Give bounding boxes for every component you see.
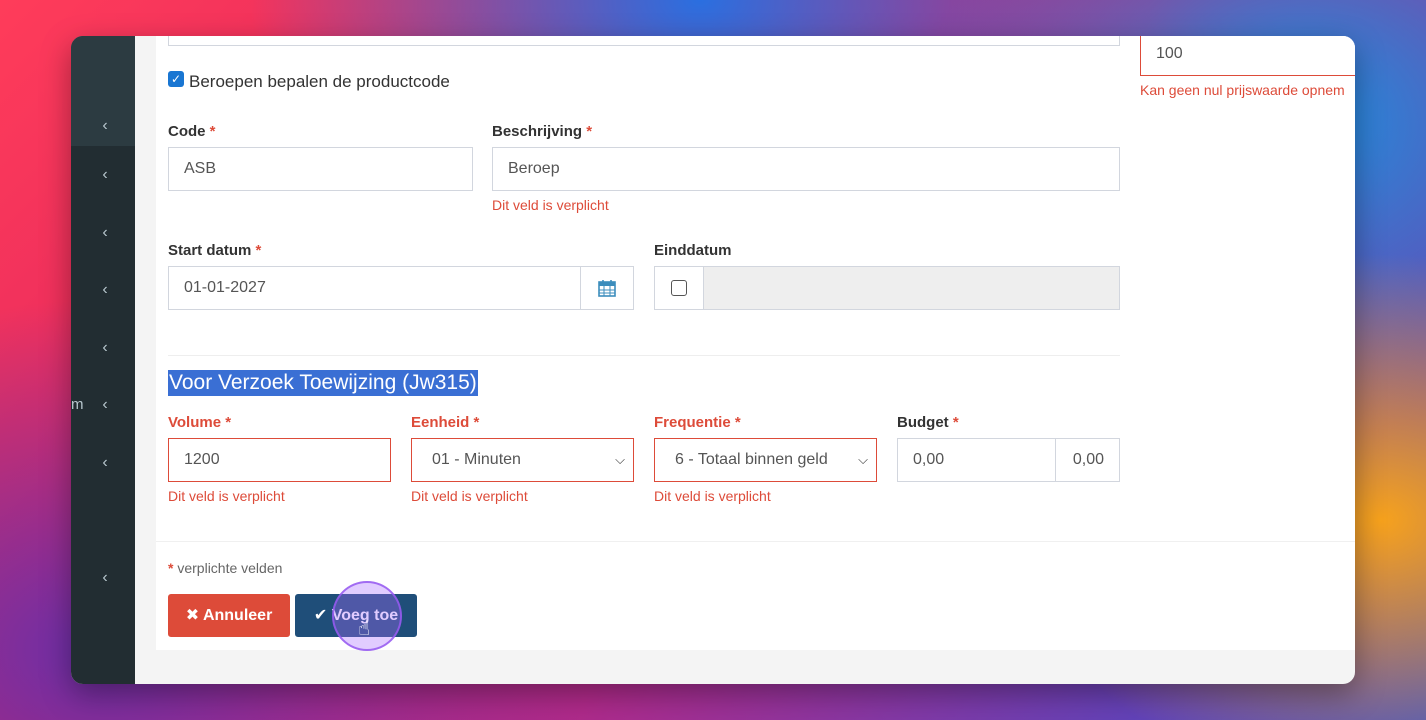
volume-input[interactable]: 1200: [168, 438, 391, 482]
chevron-left-icon[interactable]: ‹: [97, 118, 113, 134]
form-panel: ✓ Beroepen bepalen de productcode Code *…: [156, 36, 1355, 651]
required-note: * verplichte velden: [168, 560, 283, 576]
volume-error: Dit veld is verplicht: [168, 488, 285, 504]
einddatum-label: Einddatum: [654, 242, 732, 259]
chevron-down-icon: ⌵: [858, 452, 868, 467]
budget-input[interactable]: 0,00: [897, 438, 1056, 482]
app-window: ‹ ‹ ‹ ‹ ‹ m ‹ ‹ ‹ ✓ Beroepen bepalen de …: [71, 36, 1355, 684]
einddatum-checkbox[interactable]: [671, 280, 687, 296]
section-divider: [168, 355, 1120, 356]
eenheid-selected: 01 - Minuten: [432, 451, 521, 468]
chevron-left-icon[interactable]: ‹: [97, 397, 113, 413]
frequentie-select[interactable]: 6 - Totaal binnen geld ⌵: [654, 438, 877, 482]
chevron-left-icon[interactable]: ‹: [97, 167, 113, 183]
chevron-left-icon[interactable]: ‹: [97, 340, 113, 356]
check-icon: ✔: [313, 607, 328, 624]
frequentie-error: Dit veld is verplicht: [654, 488, 771, 504]
calendar-button[interactable]: [580, 266, 634, 310]
footer-divider: [156, 541, 1355, 542]
volume-label: Volume *: [168, 414, 232, 431]
chevron-left-icon[interactable]: ‹: [97, 282, 113, 298]
chevron-left-icon[interactable]: ‹: [97, 455, 113, 471]
right-value-error: Kan geen nul prijswaarde opnem: [1140, 82, 1345, 98]
right-value-input[interactable]: 100: [1140, 36, 1355, 76]
sidebar: ‹ ‹ ‹ ‹ ‹ m ‹ ‹ ‹: [71, 36, 135, 684]
eenheid-select[interactable]: 01 - Minuten ⌵: [411, 438, 634, 482]
frequentie-selected: 6 - Totaal binnen geld: [675, 451, 828, 468]
beschrijving-input[interactable]: Beroep: [492, 147, 1120, 191]
checkbox-checked[interactable]: ✓: [168, 71, 184, 87]
beschrijving-error: Dit veld is verplicht: [492, 197, 609, 213]
einddatum-checkbox-addon: [654, 266, 704, 310]
beschrijving-label: Beschrijving *: [492, 123, 593, 140]
eenheid-label: Eenheid *: [411, 414, 480, 431]
section-title: Voor Verzoek Toewijzing (Jw315): [168, 370, 478, 396]
einddatum-input: [703, 266, 1120, 310]
cancel-button[interactable]: ✖ Annuleer: [168, 594, 290, 637]
start-datum-input[interactable]: 01-01-2027: [168, 266, 581, 310]
budget-addon: 0,00: [1055, 438, 1120, 482]
checkbox-label: Beroepen bepalen de productcode: [189, 72, 450, 91]
calendar-icon: [598, 280, 616, 297]
hand-cursor-icon: ☝: [358, 618, 371, 640]
chevron-left-icon[interactable]: ‹: [97, 225, 113, 241]
close-icon: ✖: [185, 607, 200, 624]
code-label: Code *: [168, 123, 216, 140]
chevron-left-icon[interactable]: ‹: [97, 570, 113, 586]
text-input-cutoff[interactable]: [168, 36, 1120, 46]
start-datum-label: Start datum *: [168, 242, 262, 259]
eenheid-error: Dit veld is verplicht: [411, 488, 528, 504]
code-input[interactable]: ASB: [168, 147, 473, 191]
frequentie-label: Frequentie *: [654, 414, 741, 431]
sidebar-label-fragment: m: [71, 396, 84, 413]
budget-label: Budget *: [897, 414, 959, 431]
chevron-down-icon: ⌵: [615, 452, 625, 467]
